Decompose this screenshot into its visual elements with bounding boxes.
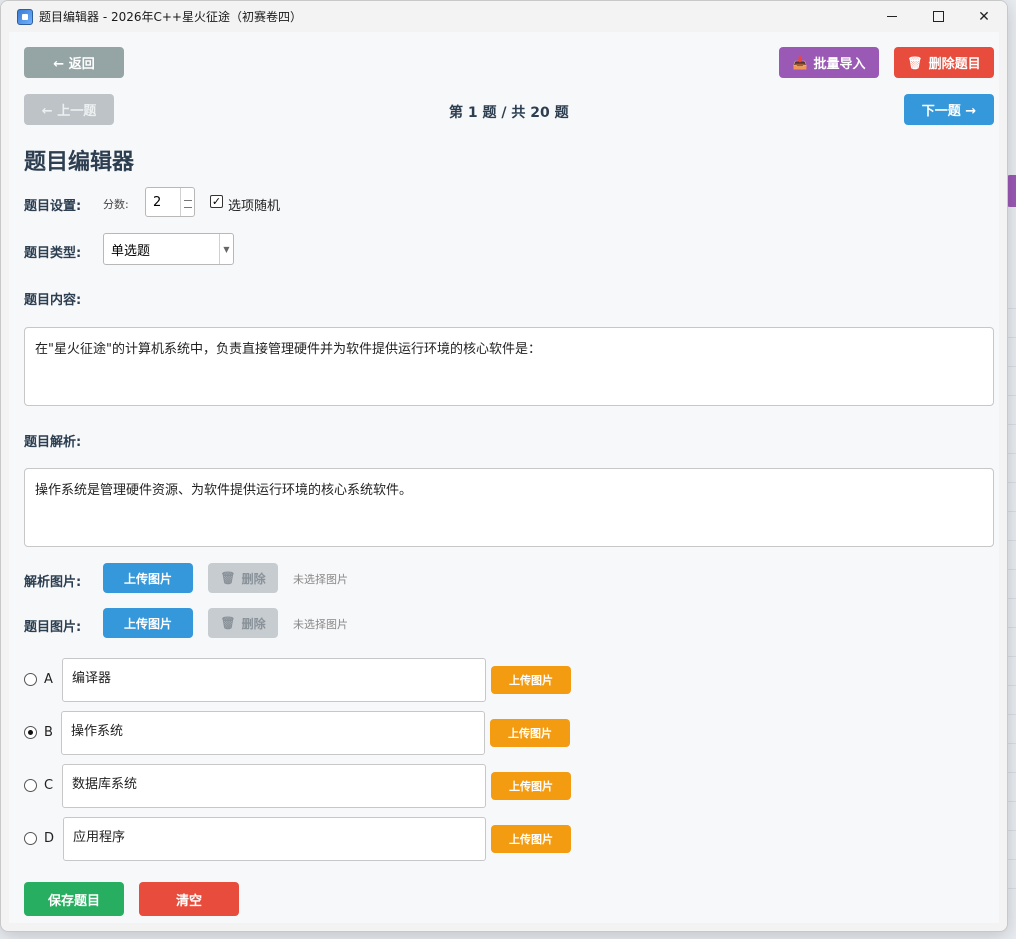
option-b-upload-button[interactable]: 上传图片 (490, 719, 570, 747)
clear-button[interactable]: 清空 (139, 882, 239, 916)
editor-window: 题目编辑器 - 2026年C++星火征途（初赛卷四） ✕ ← 返回 📥 批量导入 … (0, 0, 1008, 932)
minimize-button[interactable] (869, 1, 915, 32)
stepper-arrows-icon[interactable] (180, 188, 194, 216)
batch-import-button[interactable]: 📥 批量导入 (779, 47, 879, 78)
analysis-image-status: 未选择图片 (293, 573, 348, 586)
option-c-radio[interactable] (24, 779, 37, 792)
score-value: 2 (153, 194, 162, 210)
content-textarea[interactable]: 在"星火征途"的计算机系统中，负责直接管理硬件并为软件提供运行环境的核心软件是： (24, 327, 994, 406)
option-d-radio[interactable] (24, 832, 37, 845)
app-icon (17, 8, 33, 25)
type-label: 题目类型: (24, 246, 82, 261)
window-title: 题目编辑器 - 2026年C++星火征途（初赛卷四） (39, 10, 302, 24)
question-image-delete-label: 删除 (241, 616, 266, 631)
question-image-delete-button[interactable]: 🗑 删除 (208, 608, 278, 638)
delete-question-label: 删除题目 (928, 57, 981, 72)
question-image-label: 题目图片: (24, 620, 82, 635)
option-d-input[interactable]: 应用程序 (63, 817, 486, 861)
editor-content: ← 返回 📥 批量导入 🗑 删除题目 ← 上一题 第 1 题 / 共 20 题 下一… (9, 32, 999, 923)
question-counter: 第 1 题 / 共 20 题 (449, 105, 569, 121)
option-d-upload-button[interactable]: 上传图片 (491, 825, 571, 853)
type-select[interactable]: 单选题 ▼ (103, 233, 234, 265)
trash-icon: 🗑 (220, 571, 236, 585)
shuffle-checkbox[interactable]: ✓ (210, 195, 223, 208)
prev-question-button[interactable]: ← 上一题 (24, 94, 114, 125)
batch-import-label: 批量导入 (813, 57, 866, 72)
analysis-label: 题目解析: (24, 435, 82, 450)
option-a-input[interactable]: 编译器 (62, 658, 486, 702)
analysis-image-delete-label: 删除 (241, 571, 266, 586)
trash-icon: 🗑 (907, 55, 923, 70)
next-question-button[interactable]: 下一题 → (904, 94, 994, 125)
maximize-button[interactable] (915, 1, 961, 32)
analysis-image-delete-button[interactable]: 🗑 删除 (208, 563, 278, 593)
score-label: 分数: (103, 198, 129, 211)
question-image-upload-button[interactable]: 上传图片 (103, 608, 193, 638)
title-bar[interactable]: 题目编辑器 - 2026年C++星火征途（初赛卷四） ✕ (1, 1, 1007, 32)
close-button[interactable]: ✕ (961, 1, 1007, 32)
option-b-letter: B (44, 725, 53, 740)
option-a-letter: A (44, 672, 53, 687)
inbox-icon: 📥 (792, 55, 808, 70)
option-d-letter: D (44, 831, 55, 846)
close-icon: ✕ (978, 8, 990, 25)
option-c-input[interactable]: 数据库系统 (62, 764, 486, 808)
question-image-status: 未选择图片 (293, 618, 348, 631)
chevron-down-icon: ▼ (219, 234, 233, 264)
settings-label: 题目设置: (24, 199, 82, 214)
score-stepper[interactable]: 2 (145, 187, 195, 217)
option-c-upload-button[interactable]: 上传图片 (491, 772, 571, 800)
content-label: 题目内容: (24, 293, 82, 308)
shuffle-label: 选项随机 (228, 199, 281, 214)
checkmark-icon: ✓ (211, 195, 222, 208)
trash-icon: 🗑 (220, 616, 236, 630)
option-b-radio[interactable] (24, 726, 37, 739)
type-select-value: 单选题 (111, 243, 151, 259)
delete-question-button[interactable]: 🗑 删除题目 (894, 47, 994, 78)
page-title: 题目编辑器 (24, 150, 135, 175)
analysis-textarea[interactable]: 操作系统是管理硬件资源、为软件提供运行环境的核心系统软件。 (24, 468, 994, 547)
analysis-image-label: 解析图片: (24, 575, 82, 590)
option-c-letter: C (44, 778, 54, 793)
back-button[interactable]: ← 返回 (24, 47, 124, 78)
analysis-image-upload-button[interactable]: 上传图片 (103, 563, 193, 593)
option-a-upload-button[interactable]: 上传图片 (491, 666, 571, 694)
option-a-radio[interactable] (24, 673, 37, 686)
option-b-input[interactable]: 操作系统 (61, 711, 485, 755)
save-question-button[interactable]: 保存题目 (24, 882, 124, 916)
